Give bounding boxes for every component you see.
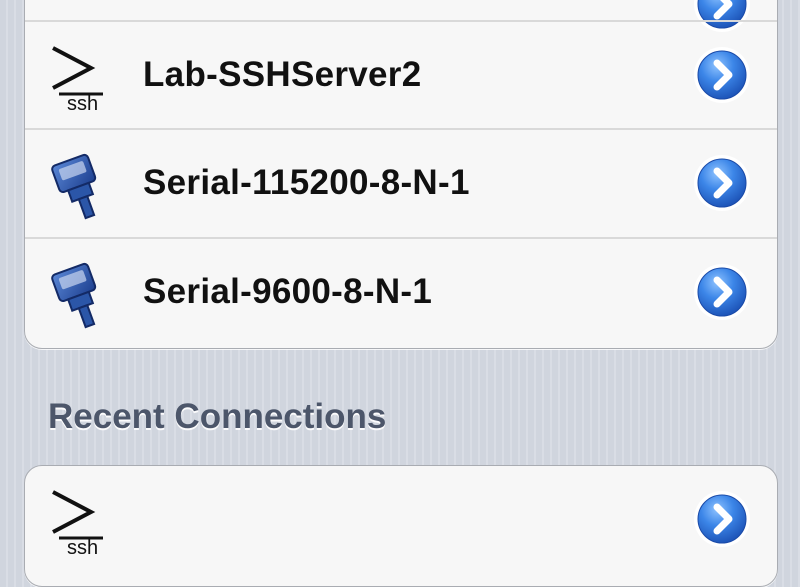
detail-disclosure-button[interactable] xyxy=(691,152,753,214)
favorites-group: ssh Lab-SSHServer2 Serial-115200-8-N-1 S… xyxy=(24,0,778,349)
recent-connections-group: ssh xyxy=(24,465,778,587)
serial-cable-icon xyxy=(51,262,97,329)
connection-label: Lab-SSHServer2 xyxy=(143,55,422,94)
ssh-terminal-icon: ssh xyxy=(52,46,103,112)
svg-text:ssh: ssh xyxy=(67,537,98,556)
connection-label: Serial-9600-8-N-1 xyxy=(143,272,433,311)
serial-cable-icon xyxy=(51,153,97,220)
svg-text:ssh: ssh xyxy=(67,93,98,112)
connection-label: Serial-115200-8-N-1 xyxy=(143,163,470,202)
connection-row-lab-sshserver2[interactable]: ssh Lab-SSHServer2 xyxy=(25,20,777,128)
ssh-terminal-icon: ssh xyxy=(52,490,103,556)
detail-disclosure-button[interactable] xyxy=(691,261,753,323)
detail-disclosure-button[interactable] xyxy=(691,488,753,550)
recent-connections-header: Recent Connections xyxy=(48,397,387,436)
connection-row-serial-9600[interactable]: Serial-9600-8-N-1 xyxy=(25,237,777,345)
recent-connection-row[interactable]: ssh xyxy=(25,466,777,574)
detail-disclosure-button[interactable] xyxy=(691,44,753,106)
connection-row-serial-115200[interactable]: Serial-115200-8-N-1 xyxy=(25,128,777,236)
